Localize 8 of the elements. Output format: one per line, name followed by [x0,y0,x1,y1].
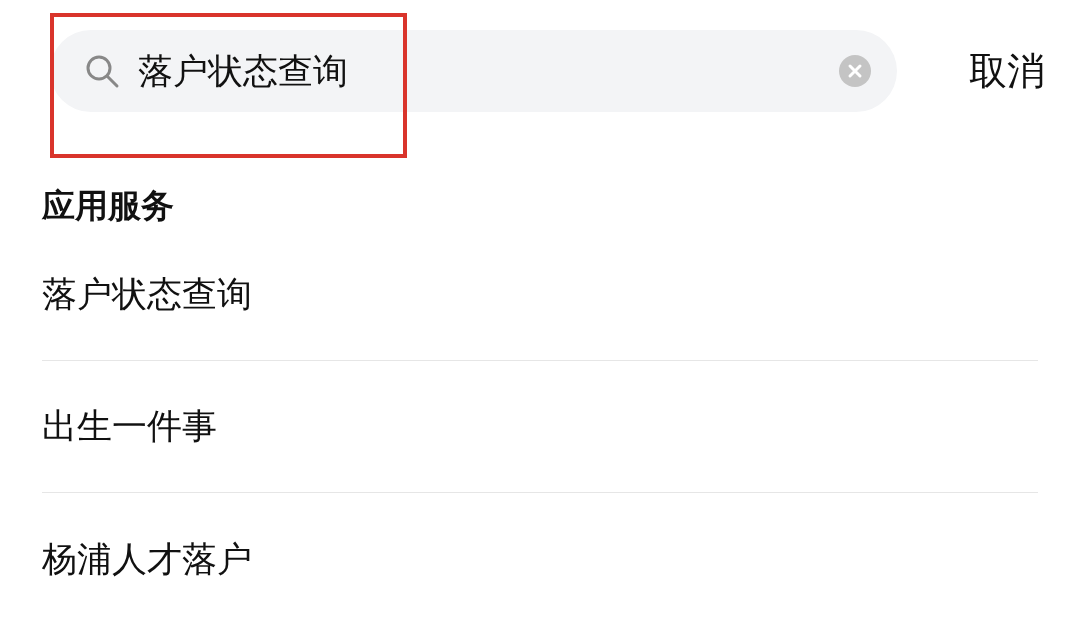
section-title: 应用服务 [42,185,175,227]
result-item[interactable]: 出生一件事 [42,403,217,450]
search-icon [84,53,120,89]
result-item[interactable]: 落户状态查询 [42,271,252,318]
clear-icon[interactable] [839,55,871,87]
search-text: 落户状态查询 [138,49,349,93]
result-item[interactable]: 杨浦人才落户 [42,535,252,583]
cancel-button[interactable]: 取消 [969,45,1045,97]
